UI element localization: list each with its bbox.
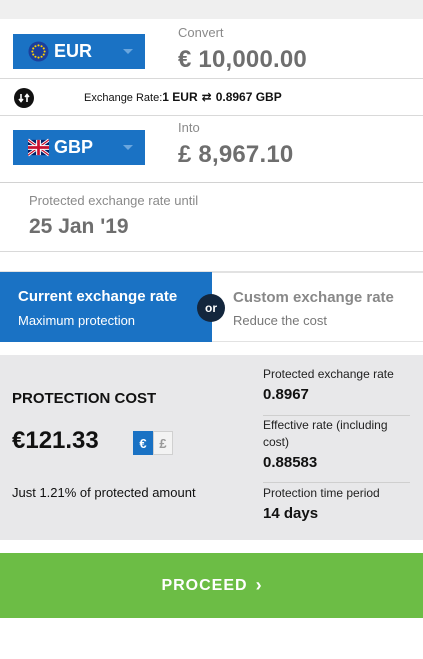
protected-until-row: Protected exchange rate until 25 Jan '19 — [0, 183, 423, 252]
proceed-button[interactable]: PROCEED › — [0, 553, 423, 618]
rate-option-toggle: Current exchange rate Maximum protection… — [0, 272, 423, 342]
or-badge: or — [197, 294, 225, 322]
to-amount: £ 8,967.10 — [178, 141, 294, 168]
to-currency-select[interactable]: GBP — [13, 130, 145, 165]
detail-label: Effective rate (including cost) — [263, 418, 388, 449]
detail-value: 0.88583 — [263, 454, 318, 471]
exchange-rate-label: Exchange Rate: — [84, 92, 163, 104]
top-bar — [0, 0, 423, 19]
from-currency-code: EUR — [54, 41, 93, 61]
convert-label: Convert — [178, 25, 224, 40]
chevron-down-icon — [123, 145, 133, 150]
from-currency-select[interactable]: EUR — [13, 34, 145, 69]
custom-rate-subtitle: Reduce the cost — [233, 313, 327, 328]
chevron-down-icon — [123, 49, 133, 54]
custom-rate-title: Custom exchange rate — [233, 289, 394, 306]
detail-time-period: Protection time period 14 days — [263, 482, 410, 522]
current-rate-title: Current exchange rate — [18, 288, 178, 305]
exchange-rate-row: Exchange Rate:1 EUR ⇄ 0.8967 GBP — [0, 79, 423, 116]
swap-arrows-icon — [18, 93, 30, 103]
protected-until-date[interactable]: 25 Jan '19 — [29, 215, 129, 239]
exchange-rate-right: 0.8967 GBP — [215, 90, 282, 104]
gbp-toggle-button[interactable]: £ — [153, 431, 173, 455]
proceed-label: PROCEED — [161, 576, 248, 594]
into-row: GBP Into £ 8,967.10 — [0, 116, 423, 183]
protected-until-label: Protected exchange rate until — [29, 193, 199, 208]
eur-toggle-button[interactable]: € — [133, 431, 153, 455]
detail-value: 14 days — [263, 505, 319, 522]
uk-flag-icon — [28, 138, 49, 157]
info-icon[interactable] — [14, 88, 34, 108]
detail-label: Protection time period — [263, 486, 380, 500]
from-amount[interactable]: € 10,000.00 — [178, 46, 307, 74]
eu-flag-icon — [28, 41, 49, 62]
custom-rate-option[interactable]: Custom exchange rate Reduce the cost — [212, 272, 423, 342]
chevron-right-icon: › — [255, 575, 262, 595]
swap-icon: ⇄ — [201, 90, 212, 104]
cost-currency-toggle: € £ — [133, 431, 173, 455]
spacer — [0, 252, 423, 272]
into-label: Into — [178, 120, 200, 135]
exchange-rate-left: 1 EUR — [162, 90, 198, 104]
protection-cost-label: PROTECTION COST — [12, 390, 157, 407]
to-currency-code: GBP — [54, 137, 94, 157]
detail-label: Protected exchange rate — [263, 367, 394, 381]
detail-value: 0.8967 — [263, 386, 309, 403]
detail-protected-rate: Protected exchange rate 0.8967 — [263, 366, 410, 403]
protection-cost-value: €121.33 — [12, 427, 99, 454]
current-rate-subtitle: Maximum protection — [18, 313, 136, 328]
current-rate-option[interactable]: Current exchange rate Maximum protection — [0, 272, 212, 342]
convert-row: EUR Convert € 10,000.00 — [0, 19, 423, 79]
exchange-rate-text: Exchange Rate:1 EUR ⇄ 0.8967 GBP — [84, 90, 282, 104]
protection-cost-note: Just 1.21% of protected amount — [12, 485, 196, 500]
protection-cost-panel: PROTECTION COST €121.33 € £ Just 1.21% o… — [0, 355, 423, 540]
detail-effective-rate: Effective rate (including cost) 0.88583 — [263, 415, 410, 471]
